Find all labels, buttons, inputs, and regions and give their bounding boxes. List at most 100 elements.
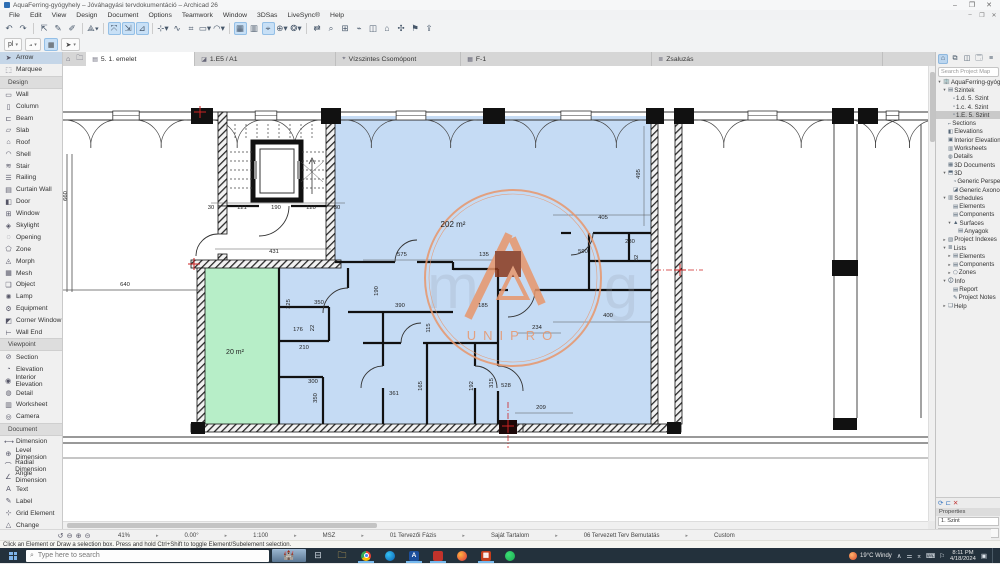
tree-item-aquaferring-gy-gyh-[interactable]: ▾🏢AquaFerring-gyógyh… — [936, 78, 1000, 86]
toolbar-icon-17[interactable]: ◠▾ — [213, 22, 226, 35]
toolbar-icon-16[interactable]: ▭▾ — [199, 22, 212, 35]
toolbox-item-lamp[interactable]: ✺Lamp — [0, 291, 62, 303]
toolbox-item-slab[interactable]: ▱Slab — [0, 124, 62, 136]
toolbox-item-skylight[interactable]: ◈Skylight — [0, 220, 62, 232]
toolbox-group-design[interactable]: Design — [0, 76, 62, 89]
drawing-canvas[interactable]: m g UNIPRO 202 m²20 m² 66064030121190120… — [63, 66, 928, 521]
toolbar-icon-28[interactable]: ⌁ — [353, 22, 366, 35]
statusbar-item-6[interactable]: 06 Tervezett Terv Bemutatás — [584, 533, 660, 539]
toolbox-item-angle-dimension[interactable]: ∠Angle Dimension — [0, 472, 62, 484]
toolbox-item-window[interactable]: ⊞Window — [0, 208, 62, 220]
menu-livesync[interactable]: LiveSync® — [282, 12, 325, 19]
toolbox-item-curtain-wall[interactable]: ▤Curtain Wall — [0, 184, 62, 196]
toolbox-item-marquee[interactable]: ⬚Marquee — [0, 64, 62, 76]
toolbar-icon-27[interactable]: ⊞ — [339, 22, 352, 35]
toolbar-icon-10[interactable]: ⇲ — [122, 22, 135, 35]
taskbar-app-archicad[interactable]: A — [402, 548, 426, 563]
task-view-button[interactable]: ⊟ — [306, 548, 330, 563]
navigator-header-icon-3[interactable]: 🗔 — [974, 54, 984, 64]
toolbox-item-text[interactable]: AText — [0, 483, 62, 495]
statusbar-nav-icon-1[interactable]: ⊖ — [65, 532, 74, 540]
tree-item-elements[interactable]: ▤Elements — [936, 202, 1000, 210]
tree-item-generic-perspective[interactable]: ◔Generic Perspective — [936, 178, 1000, 186]
toolbox-item-arrow[interactable]: ➤Arrow — [0, 52, 62, 64]
toolbox-item-shell[interactable]: ◠Shell — [0, 148, 62, 160]
maximize-button[interactable]: ❐ — [965, 1, 979, 9]
toolbox-group-viewpoint[interactable]: Viewpoint — [0, 338, 62, 351]
menu-window[interactable]: Window — [218, 12, 252, 19]
menu-3dsas[interactable]: 3DSas — [252, 12, 282, 19]
taskbar-app-edge[interactable] — [378, 548, 402, 563]
tray-expand-caret[interactable]: ∧ — [897, 552, 902, 560]
tray-icon-3[interactable]: ⚐ — [939, 552, 945, 560]
taskbar-app-adobe[interactable] — [426, 548, 450, 563]
toolbox-item-morph[interactable]: ◬Morph — [0, 255, 62, 267]
doc-minimize-button[interactable]: – — [964, 12, 976, 18]
toolbar-icon-33[interactable]: ⇪ — [423, 22, 436, 35]
toolbar-icon-30[interactable]: ⌂ — [381, 22, 394, 35]
taskbar-app-firefox[interactable] — [450, 548, 474, 563]
tree-item-schedules[interactable]: ▾▥Schedules — [936, 194, 1000, 202]
doc-close-button[interactable]: ✕ — [988, 12, 1000, 19]
start-button[interactable] — [0, 548, 26, 563]
toolbar-icon-20[interactable]: ▥ — [248, 22, 261, 35]
tree-item-szintek[interactable]: ▾▤Szintek — [936, 86, 1000, 94]
toolbar-icon-29[interactable]: ◫ — [367, 22, 380, 35]
tree-item-zones[interactable]: ▸⬠Zones — [936, 269, 1000, 277]
menu-document[interactable]: Document — [102, 12, 143, 19]
taskbar-search-input[interactable]: ⌕ Type here to search — [26, 550, 269, 562]
toolbar-icon-21[interactable]: ⌖ — [262, 22, 275, 35]
toolbox-item-detail[interactable]: ◍Detail — [0, 387, 62, 399]
statusbar-item-7[interactable]: Custom — [714, 533, 735, 539]
notification-center-icon[interactable]: ▣ — [981, 552, 987, 560]
toolbox-item-camera[interactable]: ◎Camera — [0, 411, 62, 423]
tab-2[interactable]: ⌖Vízszintes Csomópont — [336, 52, 461, 66]
toolbox-item-interior-elevation[interactable]: ◉Interior Elevation — [0, 375, 62, 387]
tab-3[interactable]: ▦F-1 — [461, 52, 652, 66]
menu-file[interactable]: File — [4, 12, 25, 19]
taskbar-app-whatsapp[interactable] — [498, 548, 522, 563]
navigator-footer-icon-2[interactable]: ✕ — [953, 499, 958, 507]
toolbar-icon-0[interactable]: ↶ — [3, 22, 16, 35]
tree-item-3d[interactable]: ▾⬒3D — [936, 169, 1000, 177]
close-button[interactable]: ✕ — [982, 1, 996, 9]
toolbox-item-stair[interactable]: ≋Stair — [0, 160, 62, 172]
menu-edit[interactable]: Edit — [25, 12, 47, 19]
tree-item-help[interactable]: ▸❑Help — [936, 302, 1000, 310]
navigator-header-icon-1[interactable]: ⧉ — [950, 54, 960, 64]
tabbar-icon-1[interactable]: 🗀 — [73, 52, 86, 66]
toolbar-icon-14[interactable]: ∿ — [171, 22, 184, 35]
tree-item-1-c-4-szint[interactable]: ▫1.c. 4. Szint — [936, 103, 1000, 111]
mode-chip-1[interactable]: ⟓▾ — [25, 38, 41, 51]
navigator-header-icon-2[interactable]: ◫ — [962, 54, 972, 64]
toolbar-icon-15[interactable]: ⌗ — [185, 22, 198, 35]
story-selector[interactable]: 1. Szint — [938, 517, 999, 526]
toolbar-icon-11[interactable]: ⊿ — [136, 22, 149, 35]
news-widget[interactable]: 🏰 — [272, 549, 306, 562]
toolbar-icon-4[interactable]: ✎ — [52, 22, 65, 35]
toolbox-item-equipment[interactable]: ⚙Equipment — [0, 303, 62, 315]
toolbar-icon-3[interactable]: ⇱ — [38, 22, 51, 35]
statusbar-item-4[interactable]: 01 Tervezői Fázis — [390, 533, 437, 539]
menu-view[interactable]: View — [47, 12, 72, 19]
toolbar-icon-19[interactable]: ▦ — [234, 22, 247, 35]
mode-chip-2[interactable]: ▦ — [44, 38, 59, 51]
navigator-header-icon-0[interactable]: ⌂ — [938, 54, 948, 64]
statusbar-nav-icon-2[interactable]: ⊕ — [74, 532, 83, 540]
statusbar-item-3[interactable]: MSZ — [323, 533, 336, 539]
tree-item-1-d-5-szint[interactable]: ▫1.d. 5. Szint — [936, 95, 1000, 103]
tray-icon-1[interactable]: ⌅ — [916, 552, 921, 560]
toolbar-icon-25[interactable]: ⇄ — [311, 22, 324, 35]
tree-item-3d-documents[interactable]: ▦3D Documents — [936, 161, 1000, 169]
taskbar-clock[interactable]: 8:11 PM4/18/2024 — [950, 550, 976, 562]
toolbar-icon-22[interactable]: ⊕▾ — [276, 22, 289, 35]
tree-item-info[interactable]: ▾🛈Info — [936, 277, 1000, 285]
navigator-header-icon-4[interactable]: ≡ — [986, 54, 996, 64]
doc-restore-button[interactable]: ❐ — [976, 12, 988, 19]
toolbox-item-corner-window[interactable]: ◩Corner Window — [0, 315, 62, 327]
statusbar-item-1[interactable]: 0.00° — [185, 533, 199, 539]
statusbar-item-5[interactable]: Saját Tartalom — [491, 533, 529, 539]
toolbar-icon-1[interactable]: ↷ — [17, 22, 30, 35]
menu-help[interactable]: Help — [325, 12, 349, 19]
toolbox-item-railing[interactable]: ☰Railing — [0, 172, 62, 184]
